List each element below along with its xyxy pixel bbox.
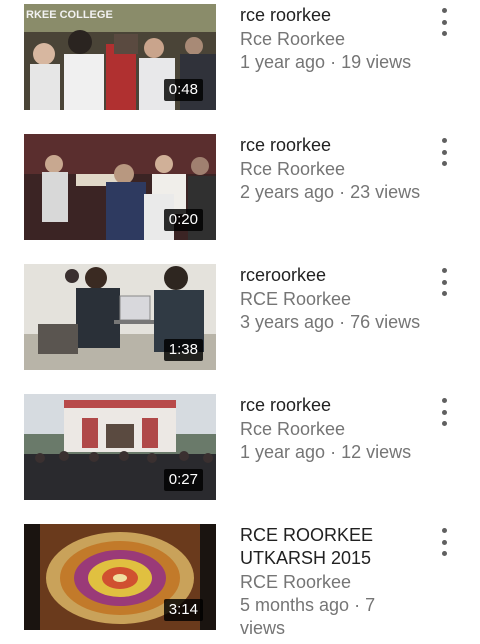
stats-separator: ·: [334, 182, 351, 202]
video-channel: Rce Roorkee: [240, 159, 346, 179]
video-duration: 0:27: [163, 469, 203, 491]
video-stats: 2 years ago · 23 views: [240, 181, 425, 204]
video-meta: RCE ROORKEE UTKARSH 2015 RCE Roorkee 5 m…: [240, 524, 425, 640]
video-stats: 3 years ago · 76 views: [240, 311, 425, 334]
more-vert-icon[interactable]: [434, 8, 454, 36]
video-views: 12 views: [341, 442, 412, 462]
more-vert-icon[interactable]: [434, 138, 454, 166]
video-channel: RCE Roorkee: [240, 289, 352, 309]
video-age: 2 years ago: [240, 182, 335, 202]
more-vert-icon[interactable]: [434, 528, 454, 556]
stats-separator: ·: [325, 442, 342, 462]
video-title[interactable]: RCE ROORKEE UTKARSH 2015: [240, 524, 425, 570]
thumbnail-banner-text: RKEE COLLEGE: [26, 9, 113, 21]
video-meta: rceroorkee RCE Roorkee 3 years ago · 76 …: [240, 264, 425, 334]
video-age: 3 years ago: [240, 312, 335, 332]
video-duration: 3:14: [163, 599, 203, 621]
video-thumbnail[interactable]: 0:20: [24, 134, 216, 240]
video-duration: 0:48: [163, 79, 203, 101]
video-meta: rce roorkee Rce Roorkee 1 year ago · 19 …: [240, 4, 425, 74]
video-stats: 1 year ago · 19 views: [240, 51, 425, 74]
video-thumbnail[interactable]: 0:27: [24, 394, 216, 500]
video-title[interactable]: rce roorkee: [240, 134, 425, 157]
video-thumbnail[interactable]: 1:38: [24, 264, 216, 370]
video-age: 1 year ago: [240, 442, 326, 462]
video-meta: rce roorkee Rce Roorkee 1 year ago · 12 …: [240, 394, 425, 464]
stats-separator: ·: [325, 52, 342, 72]
video-views: 19 views: [341, 52, 412, 72]
video-channel: Rce Roorkee: [240, 419, 346, 439]
video-thumbnail[interactable]: RKEE COLLEGE 0:48: [24, 4, 216, 110]
video-title[interactable]: rce roorkee: [240, 4, 425, 27]
video-stats: 5 months ago · 7 views: [240, 594, 425, 640]
video-thumbnail[interactable]: 3:14: [24, 524, 216, 630]
stats-separator: ·: [334, 312, 351, 332]
video-duration: 0:20: [163, 209, 203, 231]
video-age: 5 months ago: [240, 595, 350, 615]
video-channel: Rce Roorkee: [240, 29, 346, 49]
video-channel: RCE Roorkee: [240, 572, 352, 592]
video-views: 76 views: [350, 312, 421, 332]
video-meta: rce roorkee Rce Roorkee 2 years ago · 23…: [240, 134, 425, 204]
more-vert-icon[interactable]: [434, 268, 454, 296]
stats-separator: ·: [349, 595, 366, 615]
video-stats: 1 year ago · 12 views: [240, 441, 425, 464]
video-title[interactable]: rceroorkee: [240, 264, 425, 287]
video-age: 1 year ago: [240, 52, 326, 72]
video-views: 23 views: [350, 182, 421, 202]
video-title[interactable]: rce roorkee: [240, 394, 425, 417]
video-duration: 1:38: [163, 339, 203, 361]
video-list: RKEE COLLEGE 0:48 rce roorkee Rce Roorke…: [0, 0, 480, 644]
more-vert-icon[interactable]: [434, 398, 454, 426]
